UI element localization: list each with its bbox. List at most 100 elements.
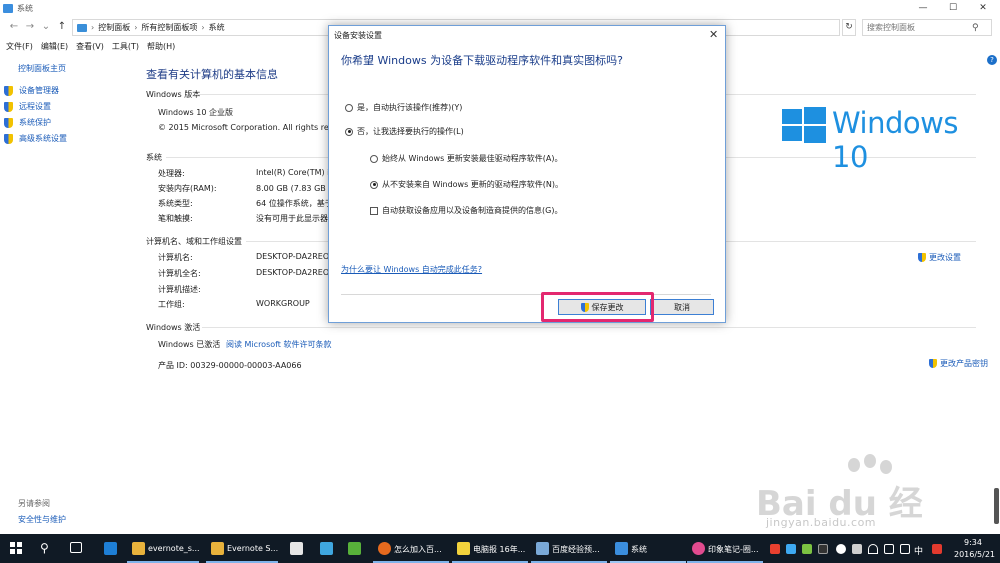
taskbar-app-label[interactable]: Evernote S... — [227, 544, 278, 553]
radio-yes-automatic[interactable]: 是，自动执行该操作(推荐)(Y) — [345, 102, 462, 113]
copyright-text: © 2015 Microsoft Corporation. All rights… — [158, 123, 338, 132]
breadcrumb-control-panel[interactable]: 控制面板 — [98, 22, 130, 33]
radio-no-choose[interactable]: 否，让我选择要执行的操作(L) — [345, 126, 464, 137]
row-label-full-name: 计算机全名: — [158, 269, 201, 278]
license-terms-link[interactable]: 阅读 Microsoft 软件许可条款 — [226, 339, 332, 350]
clock-date[interactable]: 2016/5/21 — [954, 550, 995, 559]
taskbar-app-label[interactable]: 百度经验预... — [552, 544, 600, 555]
tray-app-icon[interactable] — [802, 544, 812, 554]
breadcrumb-separator: › — [134, 23, 138, 32]
sidebar-item-device-manager[interactable]: 设备管理器 — [4, 85, 59, 96]
checkbox-auto-get-info[interactable]: 自动获取设备应用以及设备制造商提供的信息(G)。 — [370, 205, 562, 216]
watermark-url: jingyan.baidu.com — [766, 516, 877, 529]
taskbar-app-label[interactable]: 系统 — [631, 544, 647, 555]
baidu-watermark: Bai du 经验 jingyan.baidu.com — [752, 454, 952, 563]
change-product-key-link[interactable]: 更改产品密钥 — [929, 358, 988, 369]
row-value-computer-name: DESKTOP-DA2REO — [256, 252, 330, 261]
scrollbar-thumb[interactable] — [994, 488, 999, 524]
device-tray-icon[interactable] — [852, 544, 862, 554]
minimize-button[interactable]: — — [908, 0, 938, 16]
shield-tray-icon[interactable] — [836, 544, 846, 554]
bird-app-icon[interactable] — [320, 542, 333, 555]
image-viewer-icon[interactable] — [536, 542, 549, 555]
divider — [202, 327, 976, 328]
sidebar-item-advanced-settings[interactable]: 高级系统设置 — [4, 133, 67, 144]
system-window-icon[interactable] — [615, 542, 628, 555]
start-button[interactable] — [10, 542, 22, 554]
edge-icon[interactable] — [104, 542, 117, 555]
dialog-close-button[interactable]: ✕ — [709, 28, 718, 41]
cancel-button[interactable]: 取消 — [650, 299, 714, 315]
change-settings-label: 更改设置 — [929, 253, 961, 262]
wifi-icon[interactable] — [868, 544, 878, 554]
taskbar-app-label[interactable]: evernote_s... — [148, 544, 200, 553]
search-icon[interactable]: ⚲ — [40, 541, 49, 555]
left-panel: 控制面板主页 设备管理器 远程设置 系统保护 高级系统设置 另请参阅 安全性与维… — [0, 54, 136, 534]
tray-app-icon[interactable] — [770, 544, 780, 554]
menu-help[interactable]: 帮助(H) — [147, 41, 175, 52]
maximize-button[interactable]: ☐ — [938, 0, 968, 16]
refresh-button[interactable]: ↻ — [842, 19, 856, 36]
taskbar-app-label[interactable]: 电脑报 16年... — [473, 544, 525, 555]
up-button[interactable]: ↑ — [56, 20, 68, 34]
battery-icon[interactable] — [900, 544, 910, 554]
ime-indicator[interactable]: 中 — [914, 544, 923, 557]
row-value-workgroup: WORKGROUP — [256, 299, 310, 308]
firefox-icon[interactable] — [378, 542, 391, 555]
ime-app-icon[interactable] — [932, 544, 942, 554]
forward-button[interactable]: → — [24, 20, 36, 34]
volume-icon[interactable] — [884, 544, 894, 554]
breadcrumb-system[interactable]: 系统 — [209, 22, 225, 33]
tray-app-icon[interactable] — [786, 544, 796, 554]
row-label-processor: 处理器: — [158, 169, 185, 178]
radio-yes-label: 是，自动执行该操作(推荐)(Y) — [357, 103, 463, 112]
menu-file[interactable]: 文件(F) — [6, 41, 33, 52]
see-also-heading: 另请参阅 — [18, 499, 50, 508]
breadcrumb-separator: › — [201, 23, 205, 32]
sidebar-item-label: 高级系统设置 — [19, 134, 67, 143]
folder-icon[interactable] — [211, 542, 224, 555]
page-title: 查看有关计算机的基本信息 — [146, 68, 278, 81]
breadcrumb-all-items[interactable]: 所有控制面板项 — [141, 22, 197, 33]
radio-always-install[interactable]: 始终从 Windows 更新安装最佳驱动程序软件(A)。 — [370, 153, 563, 164]
sidebar-item-remote-settings[interactable]: 远程设置 — [4, 101, 51, 112]
search-box[interactable]: ⚲ — [862, 19, 992, 36]
recent-dropdown-button[interactable]: ⌄ — [40, 20, 52, 34]
why-automatic-link[interactable]: 为什么要让 Windows 自动完成此任务? — [341, 264, 482, 275]
tray-app-icon[interactable] — [818, 544, 828, 554]
menu-view[interactable]: 查看(V) — [76, 41, 104, 52]
system-heading: 系统 — [146, 153, 162, 162]
back-button[interactable]: ← — [8, 20, 20, 34]
system-app-icon — [3, 3, 13, 13]
search-input[interactable] — [867, 23, 972, 32]
search-icon[interactable]: ⚲ — [972, 23, 979, 33]
activated-status: Windows 已激活 — [158, 340, 221, 349]
change-settings-link[interactable]: 更改设置 — [918, 252, 961, 263]
note-app-icon[interactable] — [692, 542, 705, 555]
security-maintenance-link[interactable]: 安全性与维护 — [18, 514, 66, 525]
row-label-description: 计算机描述: — [158, 285, 201, 294]
change-product-key-label: 更改产品密钥 — [940, 359, 988, 368]
sidebar-item-system-protection[interactable]: 系统保护 — [4, 117, 51, 128]
radio-never-install[interactable]: 从不安装来自 Windows 更新的驱动程序软件(N)。 — [370, 179, 563, 190]
task-view-icon[interactable] — [70, 542, 82, 553]
control-panel-home-link[interactable]: 控制面板主页 — [18, 63, 66, 74]
menu-tools[interactable]: 工具(T) — [112, 41, 139, 52]
row-label-system-type: 系统类型: — [158, 199, 193, 208]
breadcrumb-separator: › — [91, 23, 95, 32]
close-button[interactable]: ✕ — [968, 0, 998, 16]
windows-logo-icon — [782, 107, 826, 143]
news-app-icon[interactable] — [457, 542, 470, 555]
store-icon[interactable] — [290, 542, 303, 555]
dialog-question: 你希望 Windows 为设备下载驱动程序软件和真实图标吗? — [341, 54, 623, 67]
menu-edit[interactable]: 编辑(E) — [41, 41, 68, 52]
taskbar-app-label[interactable]: 印象笔记-圈... — [708, 544, 759, 555]
paw-icon — [880, 460, 892, 474]
paw-icon — [864, 454, 876, 468]
stack-app-icon[interactable] — [348, 542, 361, 555]
radio-always-label: 始终从 Windows 更新安装最佳驱动程序软件(A)。 — [382, 154, 563, 163]
folder-icon[interactable] — [132, 542, 145, 555]
taskbar-app-label[interactable]: 怎么加入百... — [394, 544, 442, 555]
activation-heading: Windows 激活 — [146, 323, 201, 332]
clock-time[interactable]: 9:34 — [964, 538, 982, 547]
